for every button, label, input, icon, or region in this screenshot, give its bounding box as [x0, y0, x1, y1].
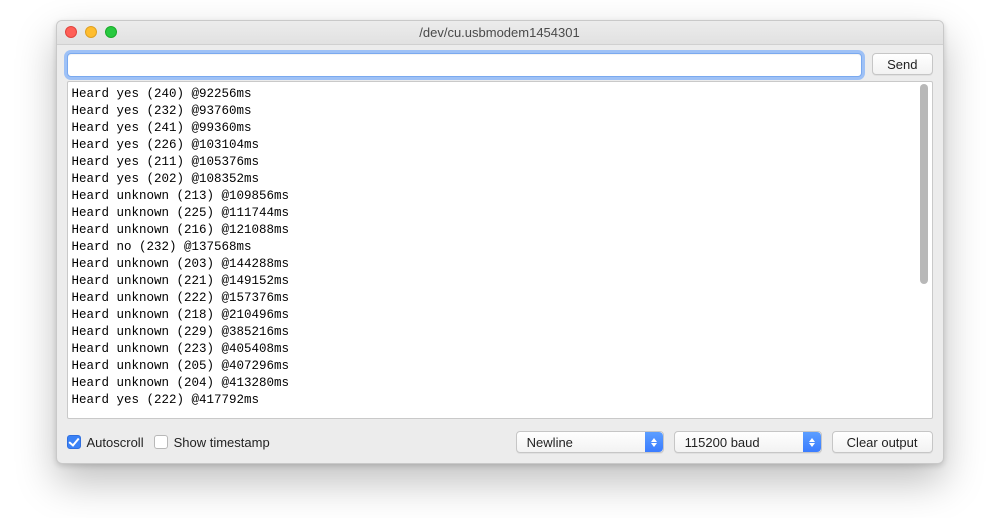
clear-output-button[interactable]: Clear output	[832, 431, 933, 453]
show-timestamp-checkbox[interactable]: Show timestamp	[154, 435, 270, 450]
console-panel: Heard yes (240) @92256ms Heard yes (232)…	[67, 81, 933, 419]
autoscroll-checkbox[interactable]: Autoscroll	[67, 435, 144, 450]
window-controls	[65, 26, 117, 38]
window-title: /dev/cu.usbmodem1454301	[419, 25, 579, 40]
scrollbar[interactable]	[916, 84, 930, 416]
minimize-icon[interactable]	[85, 26, 97, 38]
send-button[interactable]: Send	[872, 53, 932, 75]
line-ending-select[interactable]: Newline	[516, 431, 664, 453]
command-bar: Send	[57, 45, 943, 81]
close-icon[interactable]	[65, 26, 77, 38]
titlebar: /dev/cu.usbmodem1454301	[57, 21, 943, 45]
checkbox-icon	[67, 435, 81, 449]
scrollbar-thumb[interactable]	[920, 84, 928, 284]
console-output[interactable]: Heard yes (240) @92256ms Heard yes (232)…	[68, 82, 932, 418]
command-input[interactable]	[67, 53, 863, 77]
line-ending-value: Newline	[527, 435, 573, 450]
maximize-icon[interactable]	[105, 26, 117, 38]
baud-rate-value: 115200 baud	[685, 435, 760, 450]
timestamp-label: Show timestamp	[174, 435, 270, 450]
autoscroll-label: Autoscroll	[87, 435, 144, 450]
dropdown-arrows-icon	[645, 432, 663, 452]
baud-rate-select[interactable]: 115200 baud	[674, 431, 822, 453]
serial-monitor-window: /dev/cu.usbmodem1454301 Send Heard yes (…	[56, 20, 944, 464]
dropdown-arrows-icon	[803, 432, 821, 452]
footer-bar: Autoscroll Show timestamp Newline 115200…	[57, 425, 943, 463]
checkbox-icon	[154, 435, 168, 449]
